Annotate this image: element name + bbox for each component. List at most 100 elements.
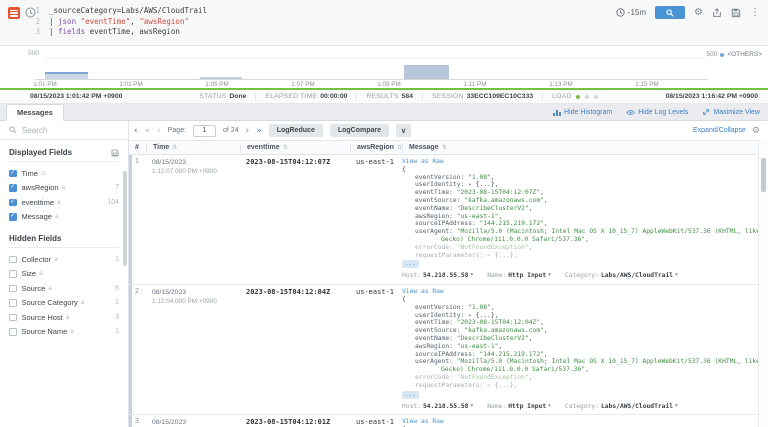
log-level-strip <box>129 155 132 285</box>
sort-icon[interactable]: ⇅ <box>172 144 177 151</box>
sidebar-scrollbar[interactable] <box>123 171 127 266</box>
meta-category[interactable]: Category: Labs/AWS/CloudTrail ▾ <box>565 272 678 280</box>
field-search[interactable] <box>0 121 128 140</box>
field-row-awsregion[interactable]: ✓ awsRegion a 7 <box>0 181 128 196</box>
page-number-input[interactable] <box>193 124 217 137</box>
maximize-view-link[interactable]: Maximize View <box>702 108 760 116</box>
axis-tick-label: 1:01 PM <box>33 81 57 88</box>
meta-name[interactable]: Name: Http Input ▾ <box>487 403 551 411</box>
share-icon[interactable] <box>712 7 722 18</box>
table-row[interactable]: 308/15/20231:12:01.000 PM +09002023-08-1… <box>129 415 758 427</box>
field-row-message[interactable]: ✓ Message a <box>0 210 128 225</box>
field-row-eventtime[interactable]: ✓ eventtime a 104 <box>0 195 128 210</box>
view-as-raw-link[interactable]: View as Raw <box>402 158 444 166</box>
logcompare-button[interactable]: LogCompare <box>329 124 390 137</box>
meta-category-label: Category: <box>564 272 600 280</box>
expand-message-button[interactable]: ... <box>402 260 419 269</box>
table-scrollbar-thumb[interactable] <box>761 158 766 192</box>
next-page-icon[interactable]: › <box>246 126 250 136</box>
field-type-icon: a <box>48 284 52 292</box>
axis-tick-label: 1:05 PM <box>205 81 229 88</box>
logreduce-button[interactable]: LogReduce <box>268 124 323 137</box>
meta-host[interactable]: Host: 54.218.55.58 ▾ <box>402 272 473 280</box>
field-checkbox[interactable] <box>9 299 17 307</box>
hide-histogram-link[interactable]: Hide Histogram <box>552 109 612 116</box>
save-fields-icon[interactable] <box>111 149 119 157</box>
field-row-source-host[interactable]: Source Host a 3 <box>0 310 128 325</box>
logcompare-dropdown-icon[interactable]: ∨ <box>396 124 412 137</box>
sort-icon[interactable]: ⇅ <box>442 144 447 151</box>
meta-host[interactable]: Host: 54.218.55.58 ▾ <box>402 403 473 411</box>
displayed-fields-title: Displayed Fields <box>9 148 73 157</box>
tab-messages[interactable]: Messages <box>6 104 64 121</box>
meta-name-label: Name: <box>487 402 507 410</box>
field-checkbox[interactable] <box>9 270 17 278</box>
line-number: 3 <box>35 27 40 36</box>
field-type-icon: a <box>54 213 59 221</box>
field-checkbox[interactable] <box>9 328 17 336</box>
more-options-icon[interactable]: ⋮ <box>750 7 760 18</box>
table-scrollbar-track[interactable] <box>758 140 768 427</box>
column-header-time[interactable]: Time ⇅ <box>146 142 240 153</box>
eventtime-cell: 2023-08-15T04:12:01Z <box>246 418 331 427</box>
table-row[interactable]: 1 08/15/2023 1:12:07.000 PM +0900 2023-08-1… <box>129 155 758 286</box>
field-type-icon: a <box>65 313 70 321</box>
column-header-num[interactable]: # <box>129 143 146 153</box>
json-line: userAgent: "Mozilla/5.0 (Macintosh; Inte… <box>415 358 758 366</box>
time-range-button[interactable]: -15m <box>616 8 646 17</box>
field-row-source[interactable]: Source a 8 <box>0 281 128 296</box>
collapse-sidebar-icon[interactable]: ‹ <box>134 126 138 136</box>
status-value: Done <box>229 93 247 100</box>
field-row-time[interactable]: ✓ Time ⊙ <box>0 166 128 181</box>
axis-tick-label: 1:07 PM <box>291 81 315 88</box>
field-checkbox[interactable] <box>9 255 17 263</box>
field-row-collector[interactable]: Collector a 1 <box>0 252 128 267</box>
expand-message-button[interactable]: ... <box>402 390 419 399</box>
field-label: Source Category <box>21 298 78 308</box>
expand-collapse-link[interactable]: Expand/Collapse <box>693 127 746 134</box>
settings-gear-icon[interactable]: ⚙ <box>694 7 703 18</box>
field-checkbox[interactable]: ✓ <box>9 198 17 206</box>
content-library-icon[interactable] <box>8 7 20 19</box>
table-row[interactable]: 2 08/15/2023 1:12:04.000 PM +0900 2023-08-1… <box>129 285 758 416</box>
histogram-icon <box>552 109 561 116</box>
clock-icon <box>616 8 625 17</box>
field-row-size[interactable]: Size a <box>0 267 128 282</box>
view-as-raw-link[interactable]: View as Raw <box>402 288 444 296</box>
meta-category[interactable]: Category: Labs/AWS/CloudTrail ▾ <box>565 403 678 411</box>
table-settings-gear-icon[interactable]: ⚙ <box>752 126 760 136</box>
field-search-input[interactable] <box>22 125 112 135</box>
field-checkbox[interactable] <box>9 313 17 321</box>
field-row-source-category[interactable]: Source Category a 1 <box>0 296 128 311</box>
histogram-bar[interactable] <box>404 65 449 79</box>
hide-log-levels-link[interactable]: Hide Log Levels <box>626 109 688 116</box>
field-label: Time <box>21 168 38 178</box>
field-checkbox[interactable] <box>9 284 17 292</box>
last-page-icon[interactable]: » <box>256 126 262 136</box>
histogram-legend: 500 <OTHERS> <box>706 51 762 58</box>
time-cell: 08/15/2023 1:12:07.000 PM +0900 <box>146 158 240 280</box>
field-checkbox[interactable]: ✓ <box>9 184 17 192</box>
sort-icon[interactable]: ⇅ <box>283 144 288 151</box>
column-header-message[interactable]: Message ⇅ <box>402 142 758 153</box>
meta-name[interactable]: Name: Http Input ▾ <box>487 272 551 280</box>
time-range-value: -15m <box>627 8 647 17</box>
prev-page-icon[interactable]: ‹ <box>157 126 161 136</box>
search-button[interactable] <box>655 6 686 19</box>
field-label: Source Name <box>21 327 68 337</box>
message-rows: 1 08/15/2023 1:12:07.000 PM +0900 2023-08-1… <box>129 155 768 427</box>
view-as-raw-link[interactable]: View as Raw <box>402 418 444 426</box>
column-header-eventtime[interactable]: eventtime ⇅ <box>240 142 350 153</box>
meta-name-value: Http Input <box>508 402 547 410</box>
histogram-bar[interactable] <box>45 72 88 79</box>
query-editor[interactable]: 1 _sourceCategory=Labs/AWS/CloudTrail 2 | j… <box>30 6 207 38</box>
save-icon[interactable] <box>731 8 741 18</box>
dropdown-icon: ▾ <box>548 272 551 279</box>
field-checkbox[interactable]: ✓ <box>9 213 17 221</box>
column-header-awsregion[interactable]: awsRegion ⇅ <box>350 142 402 153</box>
field-checkbox[interactable]: ✓ <box>9 169 17 177</box>
field-row-source-name[interactable]: Source Name a 1 <box>0 325 128 340</box>
histogram-plot[interactable] <box>0 46 708 79</box>
json-line: userIdentity: ▸ {...}, <box>415 181 499 189</box>
first-page-icon[interactable]: « <box>145 126 151 136</box>
